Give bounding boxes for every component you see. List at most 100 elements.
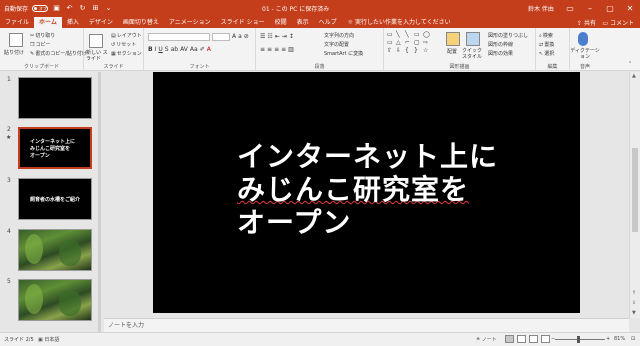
strikethrough-icon[interactable]: S — [165, 46, 169, 53]
new-slide-button[interactable]: 新しい スライド — [86, 50, 110, 62]
arrow-shape-icon[interactable]: ⇧ — [387, 47, 395, 54]
decrease-font-size-icon[interactable]: a — [238, 33, 242, 40]
redo-icon[interactable]: ↻ — [78, 4, 87, 13]
slide-thumbnail-2[interactable]: インターネット上に みじんこ研究室を オープン — [18, 127, 92, 169]
current-slide[interactable]: インターネット上に みじんこ研究室を オープン — [153, 72, 580, 313]
tab-insert[interactable]: 挿入 — [62, 17, 84, 28]
editor-vertical-scrollbar[interactable]: ▲ ⇑ ⇓ ▼ — [629, 72, 640, 318]
scroll-down-icon[interactable]: ▼ — [632, 310, 636, 316]
shapes-gallery[interactable]: ▭ ╲ ╲ ▭ ◯ ▭ △ ⌐ ▢ ⇨ ⇧ ⇩ { } ☆ — [387, 31, 431, 54]
slide-thumbnail-4-aquarium-photo[interactable] — [18, 229, 92, 271]
slide-sorter-view-icon[interactable] — [517, 335, 526, 343]
find-button[interactable]: ⌕ 検索 — [539, 32, 553, 40]
zoom-slider[interactable] — [555, 339, 605, 340]
align-text-button[interactable]: 文字の配置 — [324, 41, 349, 48]
columns-icon[interactable]: ▥ — [288, 46, 294, 53]
numbering-icon[interactable]: ☷ — [267, 33, 272, 40]
microphone-icon[interactable] — [578, 32, 588, 46]
scroll-up-icon[interactable]: ▲ — [632, 73, 636, 79]
textbox-shape-icon[interactable]: ▭ — [387, 31, 395, 38]
customize-quick-access-icon[interactable]: ⌄ — [104, 4, 113, 13]
new-slide-icon[interactable] — [89, 34, 103, 48]
comments-button[interactable]: ▭ コメント — [602, 18, 634, 27]
layout-button[interactable]: ▤ レイアウト — [111, 32, 142, 40]
line-shape-icon[interactable]: ╲ — [396, 31, 404, 38]
quick-styles-button[interactable]: クイック スタイル — [462, 48, 486, 60]
line-spacing-icon[interactable]: ↕ — [289, 33, 294, 40]
slide-thumbnail-5-aquarium-photo[interactable] — [18, 279, 92, 321]
arrange-button[interactable]: 配置 — [447, 48, 457, 55]
triangle-shape-icon[interactable]: △ — [396, 39, 404, 46]
italic-icon[interactable]: I — [155, 46, 157, 53]
align-right-icon[interactable]: ≡ — [274, 46, 279, 53]
tab-review[interactable]: 校閲 — [270, 17, 292, 28]
language-indicator[interactable]: ▣ 日本語 — [38, 336, 59, 343]
align-center-icon[interactable]: ≡ — [267, 46, 272, 53]
underline-icon[interactable]: U — [158, 46, 162, 53]
autosave-toggle[interactable]: オフ — [32, 4, 49, 12]
tab-home[interactable]: ホーム — [34, 17, 62, 28]
thumbnail-scrollbar[interactable] — [98, 72, 101, 332]
undo-icon[interactable]: ↶ — [65, 4, 74, 13]
ribbon-display-options-icon[interactable]: ▭ — [560, 0, 580, 16]
text-direction-button[interactable]: 文字列の方向 — [324, 32, 354, 39]
clear-formatting-icon[interactable]: ⊘ — [244, 33, 249, 40]
start-from-beginning-icon[interactable]: ⊞ — [91, 4, 100, 13]
collapse-ribbon-icon[interactable]: ⌃ — [628, 61, 632, 67]
shape-fill-button[interactable]: 図形の塗りつぶし — [488, 32, 528, 39]
font-size-field[interactable] — [212, 33, 230, 41]
paste-icon[interactable] — [9, 33, 23, 47]
tab-file[interactable]: ファイル — [0, 17, 34, 28]
shape-effects-button[interactable]: 図形の効果 — [488, 50, 513, 57]
paste-button[interactable]: 貼り付け — [4, 49, 24, 56]
justify-icon[interactable]: ≡ — [281, 46, 286, 53]
increase-indent-icon[interactable]: ⇥ — [282, 33, 287, 40]
font-color-icon[interactable]: A — [207, 46, 211, 53]
normal-view-icon[interactable] — [505, 335, 514, 343]
zoom-in-icon[interactable]: + — [606, 336, 610, 342]
decrease-indent-icon[interactable]: ⇤ — [275, 33, 280, 40]
slide-thumbnail-3[interactable]: 飼育者の水槽をご紹介 — [18, 178, 92, 220]
quick-styles-icon[interactable] — [466, 32, 480, 46]
arrow-shape-icon[interactable]: ⇩ — [396, 47, 404, 54]
tab-view[interactable]: 表示 — [292, 17, 314, 28]
arrow-shape-icon[interactable]: ⇨ — [423, 39, 431, 46]
smartart-button[interactable]: SmartArt に変換 — [324, 50, 363, 57]
reading-view-icon[interactable] — [529, 335, 538, 343]
brace-shape-icon[interactable]: } — [414, 47, 422, 54]
previous-slide-icon[interactable]: ⇑ — [632, 290, 636, 296]
dictate-button[interactable]: ディクテーション — [570, 48, 600, 60]
restore-icon[interactable]: ▢ — [600, 0, 620, 16]
star-shape-icon[interactable]: ☆ — [423, 47, 431, 54]
line-shape-icon[interactable]: ⌐ — [405, 39, 413, 46]
copy-button[interactable]: ❐ コピー — [30, 41, 51, 49]
reset-button[interactable]: ↺ リセット — [111, 41, 136, 49]
bold-icon[interactable]: B — [148, 46, 153, 53]
user-name[interactable]: 鈴木 伴由 — [528, 4, 554, 13]
slide-thumbnail-1[interactable] — [18, 77, 92, 119]
line-shape-icon[interactable]: ╲ — [405, 31, 413, 38]
save-icon[interactable]: ▣ — [52, 4, 61, 13]
tab-design[interactable]: デザイン — [84, 17, 118, 28]
rounded-rect-shape-icon[interactable]: ▢ — [414, 39, 422, 46]
next-slide-icon[interactable]: ⇓ — [632, 300, 636, 306]
minimize-icon[interactable]: – — [580, 0, 600, 16]
notes-toggle-button[interactable]: ≙ ノート — [476, 336, 497, 343]
oval-shape-icon[interactable]: ◯ — [423, 31, 431, 38]
slide-title-textbox[interactable]: インターネット上に みじんこ研究室を オープン — [237, 140, 498, 239]
select-button[interactable]: ↖ 選択 — [539, 50, 554, 58]
rectangle-shape-icon[interactable]: ▭ — [387, 39, 395, 46]
section-button[interactable]: ▦ セクション — [111, 50, 142, 58]
arrange-icon[interactable] — [446, 32, 460, 46]
cut-button[interactable]: ✂ 切り取り — [30, 32, 55, 40]
replace-button[interactable]: ⇄ 置換 — [539, 41, 554, 49]
font-name-field[interactable] — [148, 33, 210, 41]
highlight-icon[interactable]: ✐ — [200, 46, 205, 53]
zoom-level[interactable]: 81% — [614, 336, 625, 342]
notes-pane[interactable]: ノートを入力 — [104, 318, 629, 332]
shape-outline-button[interactable]: 図形の枠線 — [488, 41, 513, 48]
bullets-icon[interactable]: ☰ — [260, 33, 265, 40]
brace-shape-icon[interactable]: { — [405, 47, 413, 54]
align-left-icon[interactable]: ≡ — [260, 46, 265, 53]
strikethrough-text-icon[interactable]: ab — [171, 46, 179, 53]
